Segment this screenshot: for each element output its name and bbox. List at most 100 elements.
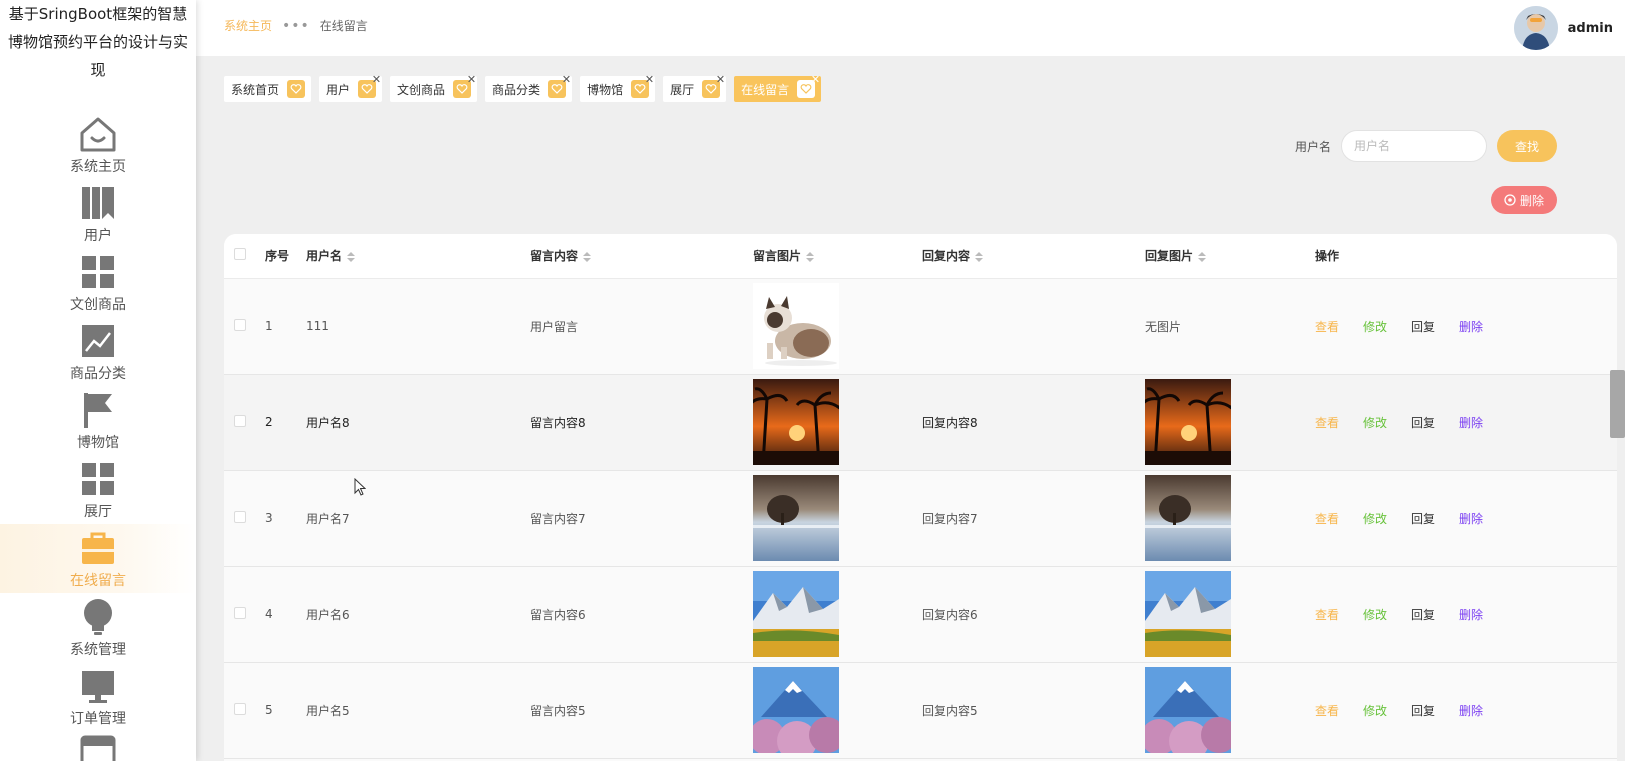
delete-button[interactable]: 删除: [1459, 318, 1499, 335]
username-search-input[interactable]: [1341, 130, 1487, 162]
row-checkbox[interactable]: [234, 510, 246, 523]
sidebar-item-products[interactable]: 文创商品: [0, 248, 196, 317]
sunset-image[interactable]: [1145, 379, 1231, 465]
cell-image: [753, 374, 922, 471]
cell-image: [753, 470, 922, 567]
sidebar-item-more[interactable]: [0, 731, 196, 761]
tab-user[interactable]: 用户 ✕: [319, 74, 383, 102]
sidebar-item-museum[interactable]: 博物馆: [0, 386, 196, 455]
monitor-icon: [78, 666, 118, 706]
edit-button[interactable]: 修改: [1363, 510, 1411, 527]
delete-button[interactable]: 删除: [1459, 510, 1499, 527]
scrollbar-thumb[interactable]: [1610, 370, 1625, 438]
fuji-image[interactable]: [1145, 667, 1231, 753]
row-checkbox[interactable]: [234, 318, 246, 331]
table-row: 2 用户名8 留言内容8 回复内容8 查看 修改 回复 删除: [224, 374, 1617, 471]
sidebar-item-hall[interactable]: 展厅: [0, 455, 196, 524]
main-content: 系统首页 用户 ✕ 文创商品 ✕ 商品分类 ✕ 博物馆 ✕ 展厅 ✕ 在线留言 …: [196, 56, 1625, 761]
delete-circle-icon: [1504, 194, 1516, 206]
view-button[interactable]: 查看: [1315, 510, 1363, 527]
reply-button[interactable]: 回复: [1411, 510, 1459, 527]
mountain-image[interactable]: [753, 571, 839, 657]
cell-reply-image: [1145, 662, 1315, 759]
close-icon[interactable]: ✕: [645, 74, 654, 86]
view-button[interactable]: 查看: [1315, 606, 1363, 623]
row-checkbox[interactable]: [234, 606, 246, 619]
close-icon[interactable]: ✕: [372, 74, 381, 86]
tab-bar: 系统首页 用户 ✕ 文创商品 ✕ 商品分类 ✕ 博物馆 ✕ 展厅 ✕ 在线留言 …: [224, 74, 822, 102]
cell-index: 5: [265, 662, 306, 759]
close-icon[interactable]: ✕: [562, 74, 571, 86]
close-icon[interactable]: ✕: [811, 74, 820, 86]
cell-reply-image: [1145, 566, 1315, 663]
tab-category[interactable]: 商品分类 ✕: [485, 74, 573, 102]
close-icon[interactable]: ✕: [716, 74, 725, 86]
col-header-reply[interactable]: 回复内容: [922, 234, 1145, 279]
delete-button[interactable]: 删除: [1459, 702, 1499, 719]
col-header-index: 序号: [265, 234, 306, 279]
col-header-username[interactable]: 用户名: [306, 234, 530, 279]
sidebar-item-label: 在线留言: [70, 572, 126, 589]
cell-username: 用户名6: [306, 566, 530, 663]
breadcrumb-home[interactable]: 系统主页: [224, 17, 272, 34]
cat-image[interactable]: [753, 283, 839, 369]
row-checkbox[interactable]: [234, 702, 246, 715]
reply-button[interactable]: 回复: [1411, 702, 1459, 719]
col-header-reply-image[interactable]: 回复图片: [1145, 234, 1315, 279]
username[interactable]: admin: [1568, 21, 1613, 36]
tab-products[interactable]: 文创商品 ✕: [390, 74, 478, 102]
col-header-content[interactable]: 留言内容: [530, 234, 753, 279]
tab-hall[interactable]: 展厅 ✕: [663, 74, 727, 102]
sidebar-item-messages[interactable]: 在线留言: [0, 524, 196, 593]
tab-label: 展厅: [670, 82, 695, 97]
fuji-image[interactable]: [753, 667, 839, 753]
sort-icon[interactable]: [806, 251, 815, 262]
reply-button[interactable]: 回复: [1411, 318, 1459, 335]
sidebar-item-label: 系统主页: [70, 158, 126, 175]
row-checkbox[interactable]: [234, 414, 246, 427]
edit-button[interactable]: 修改: [1363, 606, 1411, 623]
delete-button[interactable]: 删除: [1459, 414, 1499, 431]
delete-button[interactable]: 删除: [1459, 606, 1499, 623]
tab-museum[interactable]: 博物馆 ✕: [580, 74, 656, 102]
lake-image[interactable]: [1145, 475, 1231, 561]
col-header-image[interactable]: 留言图片: [753, 234, 922, 279]
reply-button[interactable]: 回复: [1411, 414, 1459, 431]
cell-actions: 查看 修改 回复 删除: [1315, 374, 1617, 471]
tab-label: 商品分类: [492, 82, 541, 97]
close-icon[interactable]: ✕: [467, 74, 476, 86]
cell-reply: 回复内容5: [922, 662, 1145, 759]
sidebar-item-user[interactable]: 用户: [0, 179, 196, 248]
search-button[interactable]: 查找: [1497, 130, 1557, 162]
user-menu[interactable]: admin: [1513, 6, 1613, 50]
sort-icon[interactable]: [1198, 251, 1207, 262]
batch-delete-button[interactable]: 删除: [1491, 186, 1557, 214]
sort-icon[interactable]: [583, 251, 592, 262]
sidebar-item-category[interactable]: 商品分类: [0, 317, 196, 386]
more-dots-icon: •••: [282, 17, 310, 34]
sunset-image[interactable]: [753, 379, 839, 465]
sidebar-item-home[interactable]: 系统主页: [0, 110, 196, 179]
sort-icon[interactable]: [975, 251, 984, 262]
search-bar: 用户名 查找: [1295, 130, 1557, 162]
reply-button[interactable]: 回复: [1411, 606, 1459, 623]
view-button[interactable]: 查看: [1315, 318, 1363, 335]
edit-button[interactable]: 修改: [1363, 414, 1411, 431]
view-button[interactable]: 查看: [1315, 414, 1363, 431]
sidebar-item-label: 订单管理: [70, 710, 126, 727]
tab-messages[interactable]: 在线留言 ✕: [734, 74, 822, 102]
view-button[interactable]: 查看: [1315, 702, 1363, 719]
sidebar: 基于SringBoot框架的智慧博物馆预约平台的设计与实现 系统主页 用户 文创…: [0, 0, 196, 761]
edit-button[interactable]: 修改: [1363, 702, 1411, 719]
select-all-checkbox[interactable]: [234, 248, 246, 261]
cell-username: 用户名5: [306, 662, 530, 759]
lake-image[interactable]: [753, 475, 839, 561]
sort-icon[interactable]: [347, 251, 356, 262]
edit-button[interactable]: 修改: [1363, 318, 1411, 335]
sidebar-item-orders[interactable]: 订单管理: [0, 662, 196, 731]
cell-reply: [922, 278, 1145, 375]
tab-home[interactable]: 系统首页: [224, 76, 312, 102]
mountain-image[interactable]: [1145, 571, 1231, 657]
avatar[interactable]: [1513, 6, 1558, 50]
sidebar-item-system[interactable]: 系统管理: [0, 593, 196, 662]
